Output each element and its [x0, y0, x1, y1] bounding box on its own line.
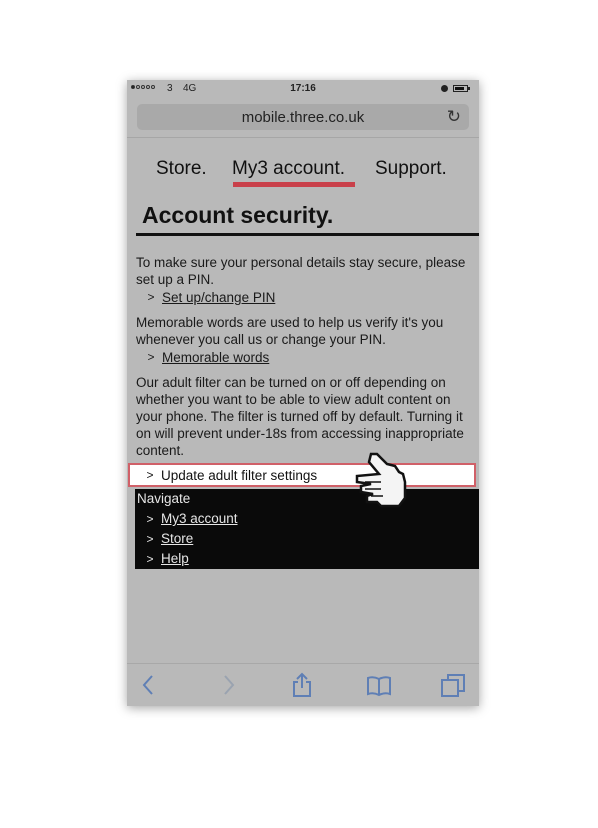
- navigate-item[interactable]: > Store: [135, 529, 479, 549]
- chevron-right-icon: >: [147, 290, 155, 304]
- status-bar: 3 4G 17:16: [127, 80, 479, 100]
- chevron-right-icon: >: [146, 468, 154, 482]
- clock: 17:16: [290, 83, 316, 94]
- navigate-my3-account-link[interactable]: My3 account: [161, 509, 238, 529]
- reload-icon[interactable]: ↻: [447, 107, 461, 127]
- top-nav: Store. My3 account. Support.: [127, 158, 479, 188]
- chevron-right-icon: >: [146, 512, 154, 526]
- forward-icon[interactable]: [222, 674, 236, 696]
- pin-description: To make sure your personal details stay …: [136, 255, 466, 287]
- bookmarks-icon[interactable]: [366, 675, 392, 697]
- active-tab-indicator: [233, 182, 355, 187]
- divider: [127, 137, 479, 138]
- alarm-icon: [441, 85, 448, 92]
- address-bar[interactable]: mobile.three.co.uk ↻: [137, 104, 469, 130]
- nav-my3-account[interactable]: My3 account.: [232, 158, 345, 180]
- navigate-heading: Navigate: [137, 491, 191, 506]
- memorable-words-link-row[interactable]: > Memorable words: [136, 349, 479, 366]
- tabs-icon[interactable]: [440, 673, 466, 697]
- memorable-words-link[interactable]: Memorable words: [162, 349, 269, 366]
- share-icon[interactable]: [291, 672, 313, 698]
- adult-filter-description: Our adult filter can be turned on or off…: [136, 375, 464, 458]
- navigate-menu: Navigate > My3 account > Store > Help: [135, 489, 479, 569]
- url-text[interactable]: mobile.three.co.uk: [137, 109, 469, 126]
- title-divider: [136, 233, 479, 236]
- chevron-right-icon: >: [146, 532, 154, 546]
- update-adult-filter-label[interactable]: Update adult filter settings: [161, 468, 317, 483]
- browser-toolbar: [127, 663, 479, 706]
- pointing-hand-cursor-icon: [355, 452, 407, 508]
- setup-pin-link[interactable]: Set up/change PIN: [162, 289, 275, 306]
- navigate-help-link[interactable]: Help: [161, 549, 189, 569]
- page-title: Account security.: [142, 202, 334, 228]
- navigate-store-link[interactable]: Store: [161, 529, 193, 549]
- navigate-item[interactable]: > My3 account: [135, 509, 479, 529]
- phone-screen: 3 4G 17:16 mobile.three.co.uk ↻ Store. M…: [127, 80, 479, 706]
- battery-icon: [453, 85, 470, 92]
- chevron-right-icon: >: [146, 552, 154, 566]
- content: To make sure your personal details stay …: [136, 254, 479, 459]
- nav-store[interactable]: Store.: [156, 158, 207, 180]
- navigate-item[interactable]: > Help: [135, 549, 479, 569]
- memorable-words-description: Memorable words are used to help us veri…: [136, 315, 444, 347]
- back-icon[interactable]: [141, 674, 155, 696]
- pin-link-row[interactable]: > Set up/change PIN: [136, 289, 479, 306]
- update-adult-filter-button[interactable]: > Update adult filter settings: [128, 463, 476, 487]
- nav-support[interactable]: Support.: [375, 158, 447, 180]
- chevron-right-icon: >: [147, 350, 155, 364]
